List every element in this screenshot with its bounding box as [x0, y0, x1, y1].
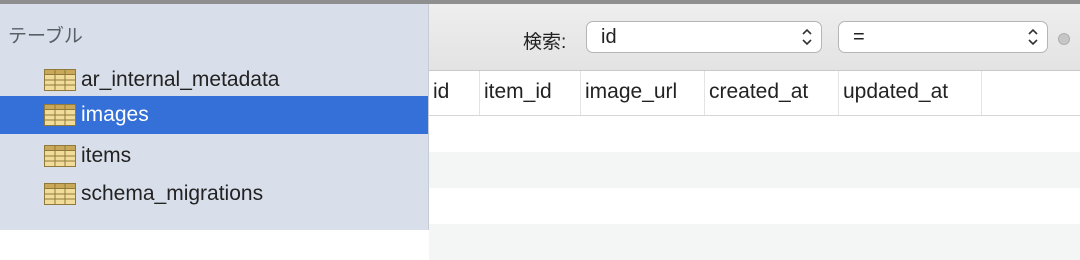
column-header-label: created_at: [709, 80, 809, 103]
table-icon: [44, 183, 76, 205]
filter-field-value: id: [601, 26, 617, 48]
table-row: [429, 188, 1080, 224]
sidebar-header: テーブル: [8, 26, 83, 47]
table-icon: [44, 145, 76, 167]
column-header-label: updated_at: [843, 80, 949, 103]
filter-field-select[interactable]: id: [586, 21, 822, 53]
sidebar-item-label: schema_migrations: [81, 182, 264, 205]
sidebar-item-images[interactable]: images: [0, 96, 428, 134]
table-row: [429, 116, 1080, 152]
sidebar-item-ar-internal-metadata[interactable]: ar_internal_metadata: [0, 61, 428, 99]
filter-toolbar: 検索: id =: [429, 4, 1080, 71]
table-icon: [44, 104, 76, 126]
content-pane: 検索: id = id item_id image_url created_at…: [429, 4, 1080, 260]
chevron-updown-icon: [802, 28, 812, 46]
column-header-updated-at[interactable]: updated_at: [839, 71, 982, 115]
search-label: 検索:: [523, 32, 567, 53]
sidebar-item-label: ar_internal_metadata: [81, 68, 280, 91]
results-table: id item_id image_url created_at updated_…: [429, 71, 1080, 260]
status-indicator-icon: [1058, 33, 1070, 45]
table-row: [429, 152, 1080, 188]
column-header-item-id[interactable]: item_id: [480, 71, 581, 115]
sidebar: テーブル ar_internal_metadata images items s…: [0, 4, 429, 230]
table-icon: [44, 69, 76, 91]
sidebar-item-schema-migrations[interactable]: schema_migrations: [0, 175, 428, 213]
sidebar-item-label: items: [81, 144, 132, 167]
column-header-label: item_id: [484, 80, 552, 103]
column-header-id[interactable]: id: [429, 71, 480, 115]
filter-operator-value: =: [853, 26, 865, 48]
column-header-label: image_url: [585, 80, 678, 103]
column-header-image-url[interactable]: image_url: [581, 71, 705, 115]
column-header-label: id: [433, 80, 450, 103]
chevron-updown-icon: [1028, 28, 1038, 46]
sidebar-item-label: images: [81, 103, 149, 126]
filter-operator-select[interactable]: =: [838, 21, 1048, 53]
column-header-created-at[interactable]: created_at: [705, 71, 839, 115]
table-row: [429, 224, 1080, 260]
sidebar-item-items[interactable]: items: [0, 137, 428, 175]
